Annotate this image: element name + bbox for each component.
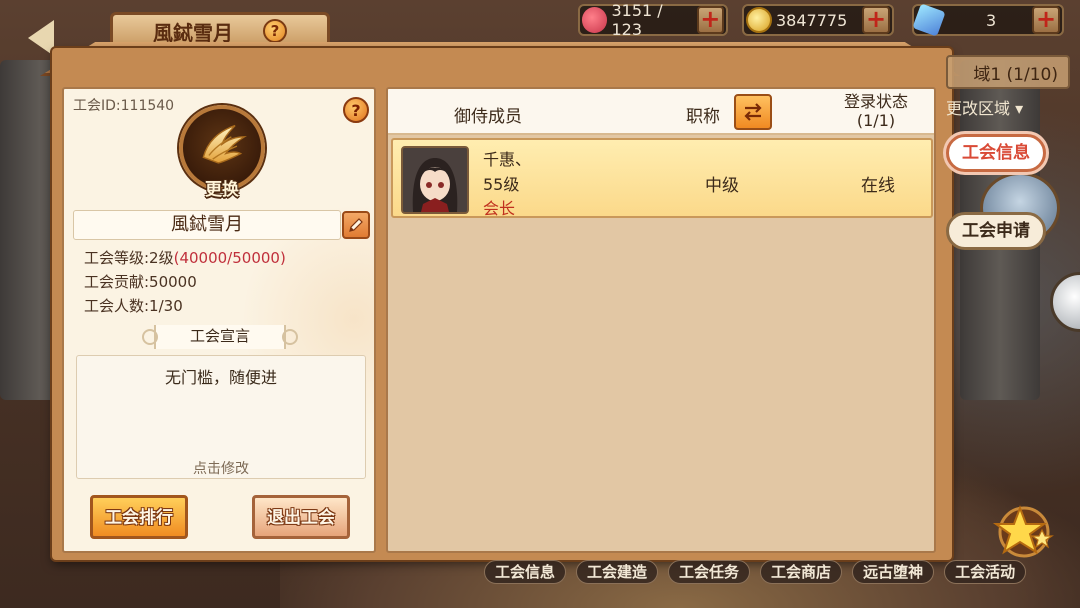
edit-name-button[interactable] [342, 211, 370, 239]
nav-guild-shop[interactable]: 工会商店 [760, 560, 843, 584]
guild-contribution: 工会贡献:50000 [84, 273, 197, 291]
nav-guild-info[interactable]: 工会信息 [484, 560, 567, 584]
gem-counter: 3 + [912, 3, 1064, 37]
guild-level-text: 工会等级:2级 [84, 249, 174, 267]
header-login-count: (1/1) [856, 111, 896, 130]
swap-arrows-icon [744, 103, 762, 121]
header-login-status-label: 登录状态 [843, 92, 908, 111]
server-tab[interactable]: 域1 (1/10) [946, 55, 1070, 89]
guild-name: 風鋱雪月 [73, 210, 341, 240]
member-portrait [403, 148, 467, 212]
star-event-icon[interactable] [990, 502, 1054, 558]
declaration-text: 无门槛，随便进 [164, 368, 277, 387]
member-status: 在线 [861, 176, 895, 196]
header-login-status: 登录状态 (1/1) [828, 92, 924, 130]
declaration-box[interactable]: 无门槛，随便进 点击修改 [76, 355, 366, 479]
header-title: 职称 [686, 107, 720, 127]
member-role: 会长 [483, 199, 516, 218]
guild-level-exp: (40000/50000) [173, 249, 286, 267]
coin-icon [746, 7, 772, 33]
guild-level: 工会等级:2级(40000/50000) [84, 247, 286, 268]
gold-counter: 3847775 + [742, 4, 894, 36]
nav-guild-events[interactable]: 工会活动 [944, 560, 1027, 584]
nav-guild-tasks[interactable]: 工会任务 [668, 560, 751, 584]
change-region-label[interactable]: 更改区域 ▾ [946, 95, 1046, 118]
declaration-title: 工会宣言 [142, 325, 298, 349]
sort-swap-button[interactable] [734, 94, 772, 130]
guild-name-tab-label: 風鋱雪月 [153, 20, 233, 45]
guild-member-count: 工会人数:1/30 [84, 297, 183, 315]
back-arrow-icon[interactable] [28, 20, 54, 56]
quit-guild-button[interactable]: 退出工会 [252, 495, 350, 539]
guild-id: 工会ID:111540 [73, 98, 175, 114]
help-button[interactable]: ? [343, 97, 369, 123]
header-member: 御侍成员 [454, 107, 522, 127]
winged-emblem-icon [202, 124, 247, 164]
pencil-icon [349, 218, 363, 232]
gold-value: 3847775 [776, 10, 848, 30]
member-name: 千惠、 [483, 150, 532, 169]
guild-info-panel: 工会ID:111540 ? 更换 風鋱雪月 工会等级:2级(40000/5000… [62, 87, 376, 553]
members-panel: 御侍成员 职称 登录状态 (1/1) 千惠、 55级 会长 中级 在线 [386, 87, 936, 553]
stamina-counter: 3151 / 123 + [578, 1, 728, 39]
member-level: 55级 [483, 175, 520, 194]
add-gems-button[interactable]: + [1032, 6, 1060, 34]
guild-ranking-button[interactable]: 工会排行 [90, 495, 188, 539]
bottom-nav: 工会信息 工会建造 工会任务 工会商店 远古堕神 工会活动 [484, 560, 1027, 586]
member-rank: 中级 [705, 176, 739, 196]
members-header: 御侍成员 职称 登录状态 (1/1) [388, 89, 934, 135]
nav-guild-build[interactable]: 工会建造 [576, 560, 659, 584]
tab-guild-apply[interactable]: 工会申请 [946, 212, 1046, 250]
declaration-edit-hint[interactable]: 点击修改 [77, 458, 365, 478]
heart-icon [582, 7, 608, 33]
help-icon[interactable]: ? [263, 19, 287, 43]
gem-value: 3 [986, 10, 997, 30]
stamina-value: 3151 / 123 [611, 1, 663, 39]
crystal-icon [912, 3, 946, 37]
table-row[interactable]: 千惠、 55级 会长 中级 在线 [391, 138, 933, 218]
member-avatar[interactable] [401, 146, 469, 214]
add-stamina-button[interactable]: + [696, 6, 724, 34]
change-emblem-label[interactable]: 更换 [194, 175, 250, 200]
nav-ancient-god[interactable]: 远古堕神 [852, 560, 935, 584]
tab-guild-info[interactable]: 工会信息 [946, 134, 1046, 172]
add-gold-button[interactable]: + [862, 6, 890, 34]
